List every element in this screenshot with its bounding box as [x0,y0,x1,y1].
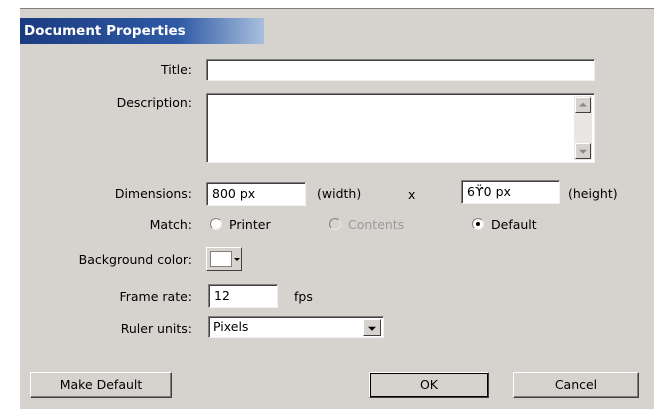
description-scrollbar[interactable] [574,96,592,160]
height-suffix: (height) [568,186,618,201]
frame-rate-unit: fps [294,289,313,304]
chevron-down-icon [234,258,240,261]
title-label: Title: [161,62,192,77]
ok-button[interactable]: OK [369,372,489,398]
match-printer-label[interactable]: Printer [229,217,271,232]
description-label: Description: [116,95,192,110]
match-printer-radio[interactable] [210,218,222,230]
chevron-down-icon[interactable] [363,319,381,336]
match-default-label[interactable]: Default [491,217,537,232]
match-label: Match: [149,217,192,232]
background-color-label: Background color: [78,252,192,267]
ruler-units-label: Ruler units: [120,321,192,336]
width-input[interactable]: 800 px [206,182,306,206]
radio-selected-dot [476,222,480,226]
frame-rate-label: Frame rate: [119,289,192,304]
scroll-down-arrow-icon[interactable] [575,143,591,159]
width-suffix: (width) [317,186,362,201]
title-input[interactable] [206,59,595,81]
match-contents-label: Contents [348,217,405,232]
dimensions-label: Dimensions: [114,186,192,201]
scroll-up-arrow-icon[interactable] [575,97,591,113]
match-contents-radio [329,218,341,230]
make-default-button[interactable]: Make Default [30,372,172,398]
times-sign: x [408,187,416,202]
dialog-title: Document Properties [20,18,264,44]
height-input[interactable]: 6ϔ0 px [461,180,560,204]
frame-rate-input[interactable]: 12 [208,284,278,308]
document-properties-dialog: Document Properties Title: Description: … [20,8,654,409]
ruler-units-value: Pixels [213,319,249,334]
cancel-button[interactable]: Cancel [513,372,639,398]
background-color-picker[interactable] [206,247,242,271]
description-textarea[interactable] [206,93,595,163]
ruler-units-select[interactable]: Pixels [208,316,384,338]
match-default-radio[interactable] [472,218,484,230]
color-swatch [210,251,232,267]
